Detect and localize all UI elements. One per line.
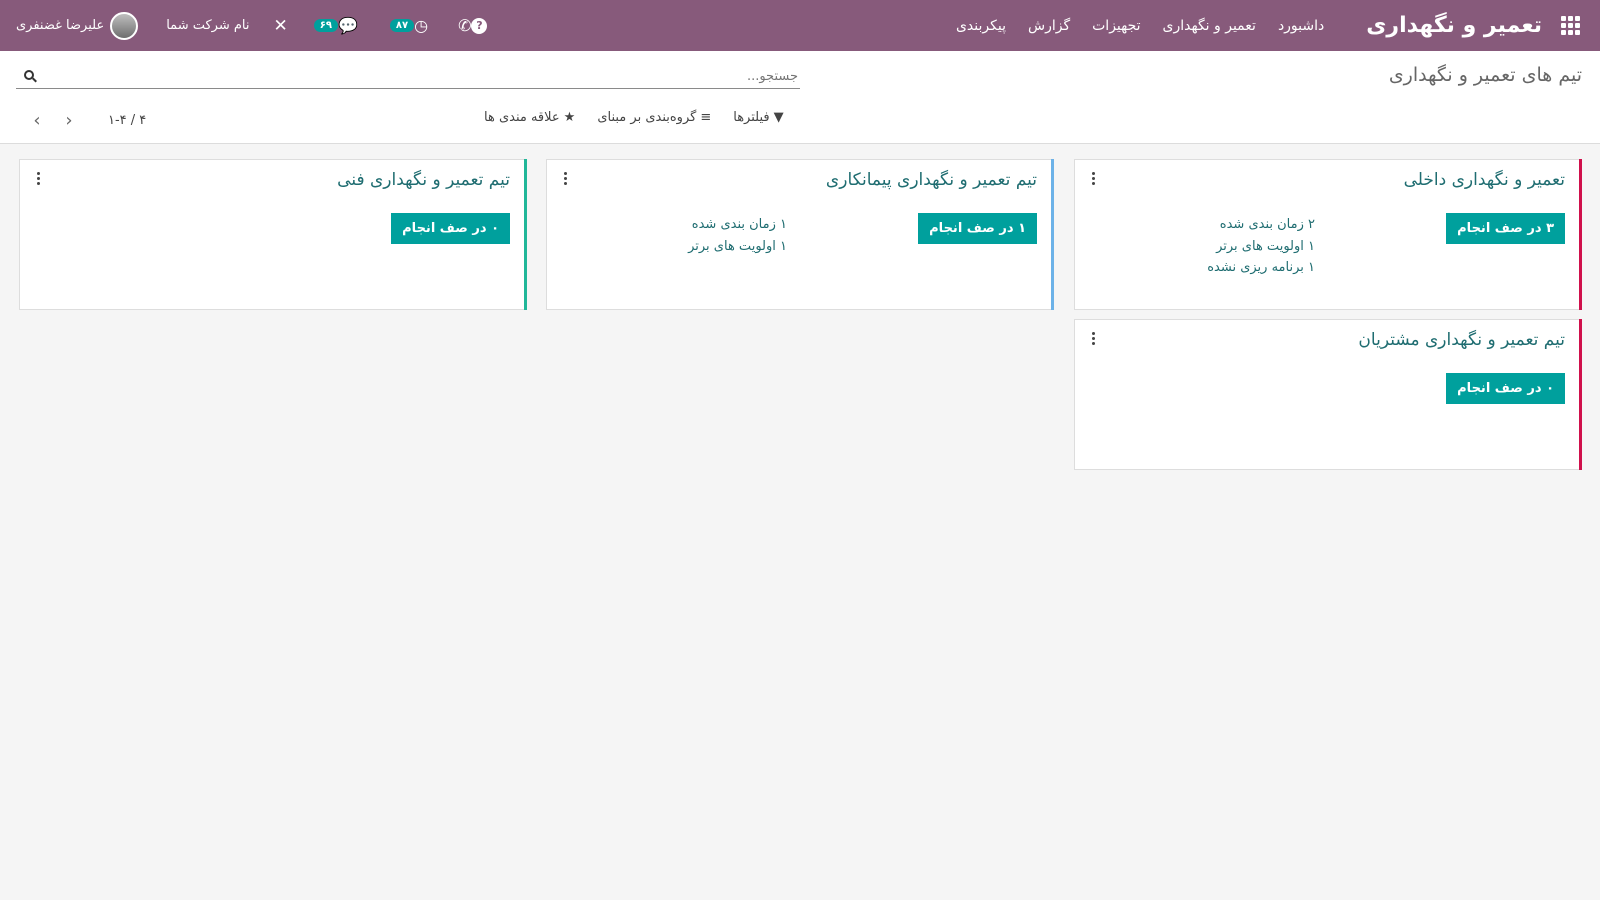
filters-dropdown[interactable]: ▼ فیلترها: [733, 110, 783, 125]
user-name: علیرضا غضنفری: [16, 18, 105, 33]
activity-button[interactable]: ◷ ۸۷: [388, 16, 428, 35]
user-menu[interactable]: علیرضا غضنفری: [16, 11, 139, 40]
chevron-right-icon: ›: [65, 109, 73, 131]
stat-scheduled[interactable]: ۲ زمان بندی شده: [1207, 214, 1315, 236]
company-switcher[interactable]: نام شرکت شما: [166, 18, 249, 33]
groupby-dropdown[interactable]: ≡ گروه‌بندی بر مبنای: [597, 110, 711, 125]
card-dropdown-button[interactable]: [561, 172, 569, 185]
favorites-label: علاقه مندی ها: [484, 110, 560, 125]
team-color-bar: [1051, 159, 1054, 310]
tools-button[interactable]: ✕: [274, 16, 288, 36]
pager-next-button[interactable]: ›: [58, 109, 80, 131]
menu-item-configuration[interactable]: پیکربندی: [956, 18, 1006, 34]
apps-menu-button[interactable]: [1556, 12, 1584, 40]
menu-item-dashboard[interactable]: داشبورد: [1278, 18, 1324, 34]
pager: ‹ › ۱-۴ / ۴: [26, 109, 146, 131]
search-bar: [16, 65, 800, 89]
question-icon: ?: [471, 17, 488, 34]
filter-icon: ▼: [773, 110, 784, 125]
menu-item-equipment[interactable]: تجهیزات: [1092, 18, 1140, 34]
card-dropdown-button[interactable]: [1089, 332, 1097, 345]
card-dropdown-button[interactable]: [34, 172, 42, 185]
groupby-label: گروه‌بندی بر مبنای: [597, 110, 697, 125]
search-input[interactable]: [42, 69, 800, 84]
chat-count-badge: ۶۹: [313, 19, 338, 32]
team-name[interactable]: تیم تعمیر و نگهداری مشتریان: [1358, 330, 1565, 350]
messaging-button[interactable]: 💬 ۶۹: [312, 16, 358, 35]
app-title[interactable]: تعمیر و نگهداری: [1366, 13, 1542, 38]
todo-button[interactable]: ۳ در صف انجام: [1446, 213, 1565, 244]
team-card[interactable]: تیم تعمیر و نگهداری فنی ۰ در صف انجام: [19, 159, 527, 310]
team-card[interactable]: تعمیر و نگهداری داخلی ۳ در صف انجام ۲ زم…: [1074, 159, 1582, 310]
stat-top-priority[interactable]: ۱ اولویت های برتر: [1207, 236, 1315, 258]
search-options: ▼ فیلترها ≡ گروه‌بندی بر مبنای ★ علاقه م…: [484, 110, 784, 125]
team-name[interactable]: تعمیر و نگهداری داخلی: [1404, 170, 1565, 190]
team-stats: ۱ زمان بندی شده ۱ اولویت های برتر: [688, 214, 787, 257]
todo-button[interactable]: ۰ در صف انجام: [1446, 373, 1565, 404]
team-stats: ۲ زمان بندی شده ۱ اولویت های برتر ۱ برنا…: [1207, 214, 1315, 279]
top-navbar: تعمیر و نگهداری داشبورد تعمیر و نگهداری …: [0, 0, 1600, 51]
team-card[interactable]: تیم تعمیر و نگهداری پیمانکاری ۱ در صف ان…: [546, 159, 1054, 310]
help-button[interactable]: ?: [471, 17, 488, 34]
pager-value[interactable]: ۱-۴ / ۴: [108, 113, 146, 128]
grid-icon: [1560, 16, 1580, 35]
control-panel: تیم های تعمیر و نگهداری ▼ فیلترها ≡ گروه…: [0, 51, 1600, 144]
list-icon: ≡: [700, 110, 712, 125]
activity-count-badge: ۸۷: [389, 19, 415, 32]
search-icon[interactable]: [16, 69, 42, 84]
team-color-bar: [524, 159, 527, 310]
todo-button[interactable]: ۰ در صف انجام: [391, 213, 510, 244]
phone-button[interactable]: ✆: [458, 16, 471, 35]
todo-button[interactable]: ۱ در صف انجام: [918, 213, 1037, 244]
stat-scheduled[interactable]: ۱ زمان بندی شده: [688, 214, 787, 236]
team-color-bar: [1579, 159, 1582, 310]
stat-unscheduled[interactable]: ۱ برنامه ریزی نشده: [1207, 257, 1315, 279]
chevron-left-icon: ‹: [33, 109, 41, 131]
menu-item-reporting[interactable]: گزارش: [1028, 18, 1070, 34]
team-name[interactable]: تیم تعمیر و نگهداری فنی: [337, 170, 510, 190]
pager-previous-button[interactable]: ‹: [26, 109, 48, 131]
chat-icon: 💬: [337, 16, 358, 35]
breadcrumb: تیم های تعمیر و نگهداری: [1388, 64, 1582, 86]
main-menu: داشبورد تعمیر و نگهداری تجهیزات گزارش پی…: [956, 18, 1324, 34]
avatar: [110, 11, 139, 40]
star-icon: ★: [563, 110, 576, 125]
team-color-bar: [1579, 319, 1582, 470]
card-dropdown-button[interactable]: [1089, 172, 1097, 185]
clock-icon: ◷: [414, 16, 429, 35]
team-card[interactable]: تیم تعمیر و نگهداری مشتریان ۰ در صف انجا…: [1074, 319, 1582, 470]
stat-top-priority[interactable]: ۱ اولویت های برتر: [688, 236, 787, 258]
filters-label: فیلترها: [733, 110, 770, 125]
tools-icon: ✕: [273, 15, 288, 36]
team-name[interactable]: تیم تعمیر و نگهداری پیمانکاری: [826, 170, 1037, 190]
systray: ? ✆ ◷ ۸۷ 💬 ۶۹ ✕ نام شرکت شما علیرضا غضنف…: [16, 0, 488, 51]
menu-item-maintenance[interactable]: تعمیر و نگهداری: [1163, 18, 1256, 34]
favorites-dropdown[interactable]: ★ علاقه مندی ها: [484, 110, 575, 125]
phone-icon: ✆: [458, 16, 472, 35]
